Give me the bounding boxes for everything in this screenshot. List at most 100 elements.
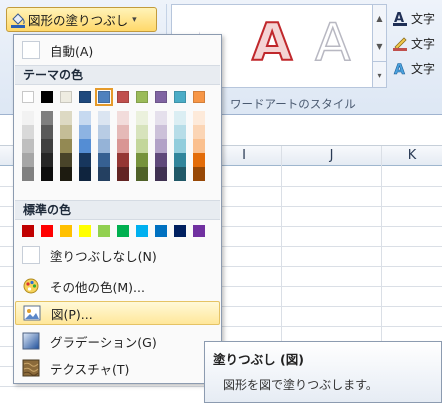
theme-color-swatch[interactable] [60,91,72,103]
theme-shade-swatch[interactable] [117,167,129,181]
theme-shade-swatch[interactable] [193,167,205,181]
theme-color-swatch[interactable] [79,91,91,103]
theme-shade-swatch[interactable] [136,139,148,153]
picture-icon [23,304,41,322]
theme-shade-swatch[interactable] [41,111,53,125]
theme-shade-swatch[interactable] [174,167,186,181]
theme-shade-swatch[interactable] [60,139,72,153]
theme-shade-swatch[interactable] [193,153,205,167]
theme-shade-swatch[interactable] [174,139,186,153]
theme-shade-swatch[interactable] [155,139,167,153]
standard-color-swatch[interactable] [136,225,148,237]
theme-shade-swatch[interactable] [117,111,129,125]
theme-shade-swatch[interactable] [60,167,72,181]
theme-shade-swatch[interactable] [117,153,129,167]
theme-shade-swatch[interactable] [117,125,129,139]
theme-shade-swatch[interactable] [41,125,53,139]
standard-color-swatch[interactable] [174,225,186,237]
standard-colors-header: 標準の色 [15,200,220,220]
color-palette-icon [22,277,40,295]
more-colors-item[interactable]: その他の色(M)... [15,274,220,298]
standard-color-swatch[interactable] [79,225,91,237]
theme-shade-swatch[interactable] [41,167,53,181]
theme-shade-swatch[interactable] [136,167,148,181]
text-fill-icon: A [392,10,409,27]
shape-fill-button[interactable]: 図形の塗りつぶし ▾ [6,7,157,32]
text-outline-label: 文字 [411,37,436,51]
theme-color-swatch[interactable] [155,91,167,103]
theme-shade-swatch[interactable] [155,111,167,125]
text-fill-button[interactable]: A 文字 [392,8,442,29]
theme-color-swatch[interactable] [22,91,34,103]
theme-colors-header: テーマの色 [15,65,220,85]
texture-item[interactable]: テクスチャ(T) [15,356,220,380]
standard-color-swatch[interactable] [155,225,167,237]
theme-shade-swatch[interactable] [22,153,34,167]
theme-shade-swatch[interactable] [98,111,110,125]
column-header-k[interactable]: K [381,146,442,166]
theme-shade-swatch[interactable] [60,111,72,125]
theme-shade-swatch[interactable] [155,153,167,167]
text-outline-button[interactable]: 文字 [392,33,442,54]
gallery-more-button[interactable]: ▾ [373,61,386,88]
standard-color-swatch[interactable] [60,225,72,237]
theme-shade-swatch[interactable] [22,125,34,139]
automatic-color-item[interactable]: 自動(A) [15,38,220,62]
no-fill-item[interactable]: 塗りつぶしなし(N) [15,243,220,267]
text-effects-button[interactable]: A 文字 [392,58,442,79]
theme-shade-swatch[interactable] [79,125,91,139]
theme-color-swatch[interactable] [136,91,148,103]
theme-color-swatch[interactable] [174,91,186,103]
picture-fill-item[interactable]: 図(P)... [15,301,220,325]
standard-color-swatch[interactable] [98,225,110,237]
wordart-style-red-outline[interactable]: A [251,16,293,70]
theme-shade-swatch[interactable] [60,153,72,167]
standard-color-swatch[interactable] [117,225,129,237]
theme-shade-swatch[interactable] [117,139,129,153]
theme-shade-swatch[interactable] [98,139,110,153]
theme-shade-swatch[interactable] [155,125,167,139]
paint-bucket-icon [10,12,26,28]
gradient-label: グラデーション(G) [50,334,157,350]
theme-shade-swatch[interactable] [79,167,91,181]
theme-shade-swatch[interactable] [174,111,186,125]
standard-color-swatch[interactable] [22,225,34,237]
theme-shade-swatch[interactable] [22,111,34,125]
theme-shade-swatch[interactable] [136,153,148,167]
theme-shade-swatch[interactable] [22,167,34,181]
theme-shade-swatch[interactable] [193,139,205,153]
text-commands: A 文字 文字 A 文字 [392,8,442,83]
column-header-j[interactable]: J [281,146,381,166]
shape-fill-label: 図形の塗りつぶし [28,13,129,28]
theme-shade-swatch[interactable] [193,111,205,125]
theme-shade-swatch[interactable] [155,167,167,181]
standard-color-swatch[interactable] [41,225,53,237]
standard-color-swatch[interactable] [193,225,205,237]
theme-shade-swatch[interactable] [98,153,110,167]
theme-shade-swatch[interactable] [174,153,186,167]
gradient-item[interactable]: グラデーション(G) [15,329,220,353]
theme-shade-swatch[interactable] [79,153,91,167]
theme-color-swatch[interactable] [95,88,113,106]
theme-shade-swatch[interactable] [174,125,186,139]
theme-shade-swatch[interactable] [60,125,72,139]
theme-color-swatch[interactable] [117,91,129,103]
text-effects-icon: A [392,60,409,79]
theme-shade-swatch[interactable] [136,125,148,139]
automatic-label: 自動(A) [50,43,94,59]
theme-shade-swatch[interactable] [98,167,110,181]
theme-shade-swatch[interactable] [41,153,53,167]
gallery-down-button[interactable]: ▼ [373,33,386,60]
theme-shade-swatch[interactable] [41,139,53,153]
theme-color-swatch[interactable] [193,91,205,103]
theme-shade-swatch[interactable] [98,125,110,139]
gallery-up-button[interactable]: ▲ [373,5,386,32]
theme-shade-swatch[interactable] [136,111,148,125]
wordart-style-white[interactable]: A [314,16,351,70]
theme-shade-swatch[interactable] [22,139,34,153]
theme-shade-swatch[interactable] [79,139,91,153]
theme-color-swatch[interactable] [41,91,53,103]
theme-shade-swatch[interactable] [193,125,205,139]
chevron-down-icon: ▾ [132,14,137,25]
theme-shade-swatch[interactable] [79,111,91,125]
